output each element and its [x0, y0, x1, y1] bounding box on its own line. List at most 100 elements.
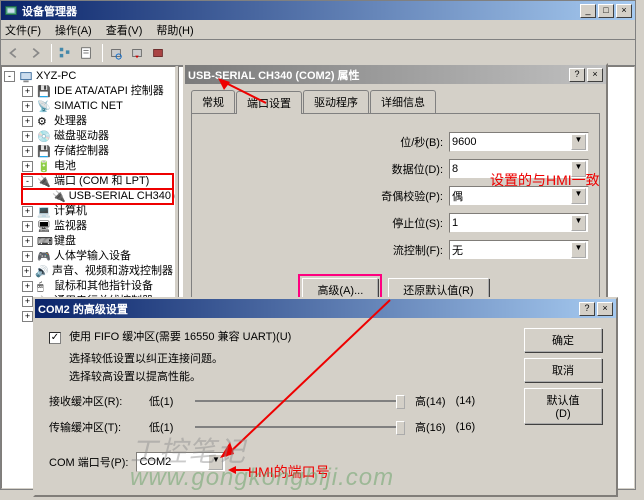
prop-tabs: 常规 端口设置 驱动程序 详细信息	[191, 90, 600, 113]
tree-root[interactable]: - XYZ-PC	[4, 69, 173, 84]
prop-close-button[interactable]: ×	[587, 68, 603, 82]
com-port-row: COM 端口号(P): COM2▼	[49, 452, 602, 472]
device-icon: 📡	[37, 100, 51, 114]
expand-icon[interactable]: +	[22, 221, 33, 232]
port-settings-panel: 位/秒(B): 9600▼ 数据位(D): 8▼ 奇偶校验(P): 偶▼ 停止位…	[191, 113, 600, 323]
tree-item[interactable]: +🔊声音、视频和游戏控制器	[22, 264, 173, 279]
expand-icon[interactable]: +	[22, 161, 33, 172]
expand-icon[interactable]: -	[4, 71, 15, 82]
menu-action[interactable]: 操作(A)	[55, 22, 92, 38]
tree-item[interactable]: +💾存储控制器	[22, 144, 173, 159]
stopbits-row: 停止位(S): 1▼	[202, 213, 589, 233]
tab-general[interactable]: 常规	[191, 90, 235, 113]
expand-icon[interactable]: +	[22, 266, 31, 277]
flowctrl-label: 流控制(F):	[393, 242, 443, 258]
chevron-down-icon[interactable]: ▼	[571, 215, 586, 231]
main-titlebar: 设备管理器 _ □ ×	[1, 1, 635, 20]
tree-item-ports[interactable]: -🔌端口 (COM 和 LPT)	[22, 174, 173, 189]
rx-slider[interactable]	[195, 392, 405, 410]
menu-help[interactable]: 帮助(H)	[156, 22, 193, 38]
tab-detail[interactable]: 详细信息	[370, 90, 436, 113]
expand-icon[interactable]: +	[22, 101, 33, 112]
toolbar-separator	[102, 44, 103, 62]
tab-driver[interactable]: 驱动程序	[303, 90, 369, 113]
menubar: 文件(F) 操作(A) 查看(V) 帮助(H)	[1, 20, 635, 40]
adv-close-button[interactable]: ×	[597, 302, 613, 316]
maximize-button[interactable]: □	[598, 4, 614, 18]
expand-icon[interactable]: +	[22, 251, 33, 262]
adv-cancel-button[interactable]: 取消	[524, 358, 602, 382]
tx-high-label: 高(16)	[415, 419, 446, 435]
adv-ok-button[interactable]: 确定	[524, 328, 602, 352]
tree-item[interactable]: +🖱鼠标和其他指针设备	[22, 279, 173, 294]
tree-view-button[interactable]	[56, 44, 74, 62]
cpu-icon: ⚙	[37, 115, 51, 129]
databits-combo[interactable]: 8▼	[449, 159, 589, 179]
rx-buffer-row: 接收缓冲区(R): 低(1) 高(14) (14)	[49, 392, 602, 410]
tree-item[interactable]: +💾IDE ATA/ATAPI 控制器	[22, 84, 173, 99]
hid-icon: 🎮	[37, 250, 51, 264]
fifo-checkbox-row: ✓ 使用 FIFO 缓冲区(需要 16550 兼容 UART)(U)	[49, 328, 602, 344]
menu-view[interactable]: 查看(V)	[106, 22, 143, 38]
minimize-button[interactable]: _	[580, 4, 596, 18]
tab-port-settings[interactable]: 端口设置	[236, 91, 302, 114]
expand-icon[interactable]: +	[22, 281, 33, 292]
com-port-combo[interactable]: COM2▼	[136, 452, 226, 472]
audio-icon: 🔊	[35, 265, 49, 279]
chevron-down-icon[interactable]: ▼	[571, 242, 586, 258]
rx-label: 接收缓冲区(R):	[49, 393, 149, 409]
stopbits-label: 停止位(S):	[392, 215, 443, 231]
toolbar-separator	[51, 44, 52, 62]
disk-icon: 💿	[37, 130, 51, 144]
expand-icon[interactable]: +	[22, 311, 33, 322]
tree-item[interactable]: +🖥监视器	[22, 219, 173, 234]
expand-icon[interactable]: +	[22, 236, 33, 247]
chevron-down-icon[interactable]: ▼	[571, 188, 586, 204]
stopbits-combo[interactable]: 1▼	[449, 213, 589, 233]
forward-button[interactable]	[26, 44, 44, 62]
tree-item[interactable]: +💻计算机	[22, 204, 173, 219]
prop-help-button[interactable]: ?	[569, 68, 585, 82]
baud-label: 位/秒(B):	[400, 134, 443, 150]
uninstall-button[interactable]	[149, 44, 167, 62]
expand-icon[interactable]: +	[22, 116, 33, 127]
rx-high-label: 高(14)	[415, 393, 446, 409]
adv-hint2: 选择较高设置以提高性能。	[69, 368, 602, 384]
tree-item[interactable]: +⚙处理器	[22, 114, 173, 129]
port-icon: 🔌	[37, 175, 51, 189]
chevron-down-icon[interactable]: ▼	[571, 134, 586, 150]
baud-combo[interactable]: 9600▼	[449, 132, 589, 152]
scan-button[interactable]	[107, 44, 125, 62]
back-button[interactable]	[5, 44, 23, 62]
expand-icon[interactable]: +	[22, 146, 33, 157]
tx-label: 传输缓冲区(T):	[49, 419, 149, 435]
expand-icon[interactable]: +	[22, 86, 33, 97]
tree-item[interactable]: +🔋电池	[22, 159, 173, 174]
chevron-down-icon[interactable]: ▼	[571, 161, 586, 177]
tree-item-com2[interactable]: 🔌USB-SERIAL CH340 (COM2)	[52, 189, 173, 204]
expand-icon[interactable]: +	[22, 296, 33, 307]
menu-file[interactable]: 文件(F)	[5, 22, 41, 38]
mouse-icon: 🖱	[37, 280, 51, 294]
tree-item[interactable]: +⌨键盘	[22, 234, 173, 249]
properties-button[interactable]	[77, 44, 95, 62]
flowctrl-combo[interactable]: 无▼	[449, 240, 589, 260]
baud-row: 位/秒(B): 9600▼	[202, 132, 589, 152]
adv-help-button[interactable]: ?	[579, 302, 595, 316]
expand-icon[interactable]: +	[22, 131, 33, 142]
parity-combo[interactable]: 偶▼	[449, 186, 589, 206]
tx-slider[interactable]	[195, 418, 405, 436]
adv-default-button[interactable]: 默认值(D)	[524, 388, 602, 424]
expand-icon[interactable]: -	[22, 176, 33, 187]
tree-item[interactable]: +🎮人体学输入设备	[22, 249, 173, 264]
close-button[interactable]: ×	[616, 4, 632, 18]
update-button[interactable]	[128, 44, 146, 62]
adv-button-column: 确定 取消 默认值(D)	[524, 328, 602, 424]
tree-item[interactable]: +📡SIMATIC NET	[22, 99, 173, 114]
fifo-checkbox[interactable]: ✓	[49, 332, 61, 344]
chevron-down-icon[interactable]: ▼	[208, 454, 223, 470]
tx-buffer-row: 传输缓冲区(T): 低(1) 高(16) (16)	[49, 418, 602, 436]
tree-item[interactable]: +💿磁盘驱动器	[22, 129, 173, 144]
expand-icon[interactable]: +	[22, 206, 33, 217]
devmgr-icon	[4, 4, 18, 18]
